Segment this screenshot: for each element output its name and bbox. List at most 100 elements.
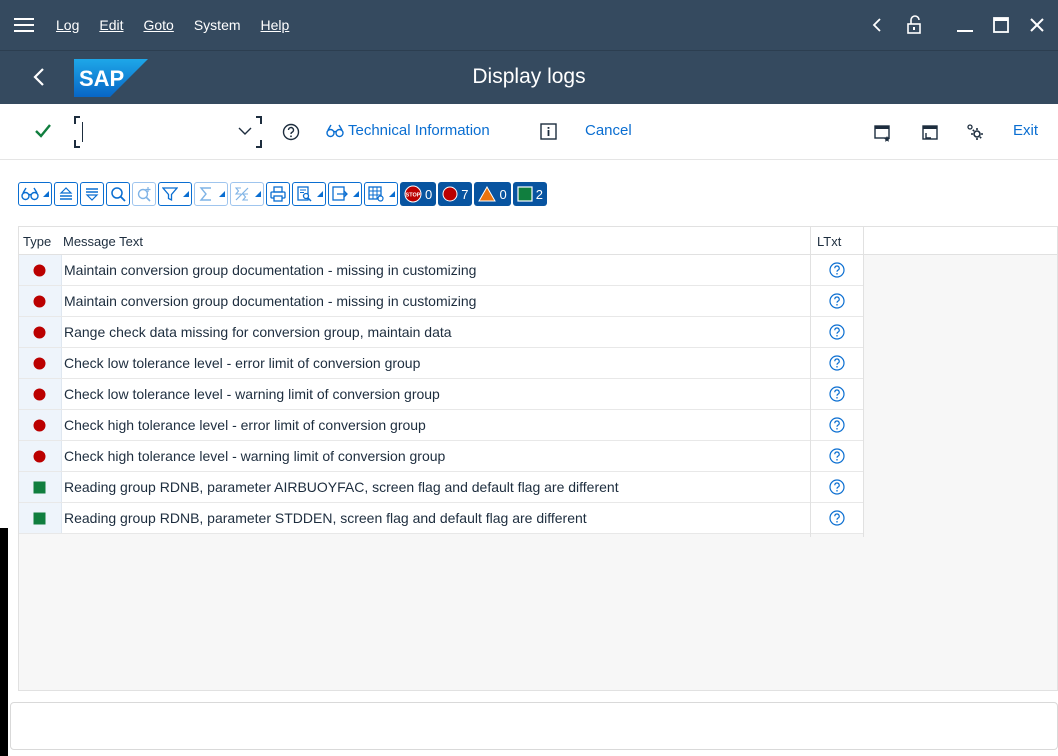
error-status-icon xyxy=(33,419,46,435)
minimize-icon[interactable] xyxy=(950,10,980,40)
subtotal-icon xyxy=(231,183,253,205)
left-edge-bar xyxy=(0,528,8,756)
menu-log[interactable]: Log xyxy=(56,17,79,33)
menu-system[interactable]: System xyxy=(194,17,241,33)
export-button[interactable] xyxy=(328,182,362,206)
menu-goto[interactable]: Goto xyxy=(143,17,173,33)
error-count-button[interactable]: 7 xyxy=(438,182,473,206)
chevron-down-icon[interactable] xyxy=(238,124,252,138)
menu-help-label: Help xyxy=(260,17,290,33)
layout-button[interactable] xyxy=(364,182,398,206)
long-text-help-icon[interactable] xyxy=(829,448,845,464)
sort-descending-button[interactable] xyxy=(80,182,104,206)
unlock-icon[interactable] xyxy=(900,10,930,40)
message-text: Maintain conversion group documentation … xyxy=(64,293,477,309)
column-divider xyxy=(810,227,811,537)
grid-header: Type Message Text LTxt xyxy=(19,227,1057,255)
error-icon xyxy=(442,186,458,202)
help-icon[interactable] xyxy=(282,123,300,141)
table-row[interactable]: Check low tolerance level - error limit … xyxy=(19,348,864,379)
maximize-icon[interactable] xyxy=(986,10,1016,40)
warning-icon xyxy=(478,186,497,202)
total-button[interactable] xyxy=(194,182,228,206)
message-text: Check low tolerance level - warning limi… xyxy=(64,386,440,402)
cancel-button[interactable]: Cancel xyxy=(585,122,632,139)
technical-information-button[interactable]: Technical Information xyxy=(326,122,490,139)
stop-count: 0 xyxy=(425,186,433,202)
status-bar[interactable] xyxy=(10,702,1058,750)
long-text-help-icon[interactable] xyxy=(829,355,845,371)
layout-grid-icon xyxy=(365,183,387,205)
table-row[interactable]: Reading group RDNB, parameter STDDEN, sc… xyxy=(19,503,864,534)
success-count: 2 xyxy=(535,186,543,202)
warning-count-button[interactable]: 0 xyxy=(474,182,511,206)
menu-log-label: Log xyxy=(56,17,80,33)
table-row[interactable]: Maintain conversion group documentation … xyxy=(19,286,864,317)
sum-icon xyxy=(195,183,217,205)
message-text: Check high tolerance level - error limit… xyxy=(64,417,426,433)
menu-system-label: System xyxy=(193,17,241,33)
subtotal-button[interactable] xyxy=(230,182,264,206)
column-header-message[interactable]: Message Text xyxy=(63,234,143,249)
long-text-help-icon[interactable] xyxy=(829,293,845,309)
export-icon xyxy=(329,183,351,205)
success-icon xyxy=(517,186,533,202)
long-text-help-icon[interactable] xyxy=(829,417,845,433)
table-row[interactable]: Check high tolerance level - warning lim… xyxy=(19,441,864,472)
success-count-button[interactable]: 2 xyxy=(512,182,547,206)
table-row[interactable]: Check high tolerance level - error limit… xyxy=(19,410,864,441)
new-window-icon[interactable] xyxy=(921,124,939,142)
long-text-help-icon[interactable] xyxy=(829,510,845,526)
menu-edit[interactable]: Edit xyxy=(99,17,123,33)
message-text: Reading group RDNB, parameter AIRBUOYFAC… xyxy=(64,479,619,495)
filter-button[interactable] xyxy=(158,182,192,206)
success-status-icon xyxy=(33,481,46,497)
error-status-icon xyxy=(33,388,46,404)
long-text-help-icon[interactable] xyxy=(829,262,845,278)
menu-edit-label: Edit xyxy=(99,17,124,33)
menu-help[interactable]: Help xyxy=(261,17,290,33)
page-title: Display logs xyxy=(472,65,586,88)
column-header-ltxt[interactable]: LTxt xyxy=(817,234,841,249)
message-text: Maintain conversion group documentation … xyxy=(64,262,477,278)
column-header-type[interactable]: Type xyxy=(23,234,51,249)
log-messages-grid: Type Message Text LTxt Maintain conversi… xyxy=(18,226,1058,691)
table-row[interactable]: Maintain conversion group documentation … xyxy=(19,255,864,286)
message-text: Check low tolerance level - error limit … xyxy=(64,355,421,371)
sort-ascending-icon xyxy=(55,183,77,205)
long-text-help-icon[interactable] xyxy=(829,479,845,495)
application-toolbar: Technical Information Cancel Exit xyxy=(0,104,1058,160)
find-next-button[interactable] xyxy=(132,182,156,206)
title-bar: SAP Display logs xyxy=(0,50,1058,104)
sort-ascending-button[interactable] xyxy=(54,182,78,206)
table-row[interactable]: Range check data missing for conversion … xyxy=(19,317,864,348)
stop-count-button[interactable]: STOP 0 xyxy=(400,182,437,206)
search-next-icon xyxy=(133,183,155,205)
message-text: Reading group RDNB, parameter STDDEN, sc… xyxy=(64,510,587,526)
find-button[interactable] xyxy=(106,182,130,206)
dropdown-triangle-icon xyxy=(387,183,397,205)
long-text-help-icon[interactable] xyxy=(829,386,845,402)
info-icon[interactable] xyxy=(540,123,557,140)
dropdown-triangle-icon xyxy=(217,183,227,205)
error-count: 7 xyxy=(461,186,469,202)
dropdown-triangle-icon xyxy=(181,183,191,205)
print-preview-button[interactable] xyxy=(292,182,326,206)
enter-check-button[interactable] xyxy=(34,122,52,140)
settings-icon[interactable] xyxy=(966,123,984,141)
command-field[interactable] xyxy=(74,116,262,148)
collapse-left-icon[interactable] xyxy=(862,10,892,40)
hamburger-menu-icon[interactable] xyxy=(14,18,34,32)
error-status-icon xyxy=(33,450,46,466)
glasses-icon xyxy=(326,124,344,137)
details-button[interactable] xyxy=(18,182,52,206)
sort-descending-icon xyxy=(81,183,103,205)
exit-button[interactable]: Exit xyxy=(1013,122,1038,139)
close-icon[interactable] xyxy=(1022,10,1052,40)
table-row[interactable]: Reading group RDNB, parameter AIRBUOYFAC… xyxy=(19,472,864,503)
print-button[interactable] xyxy=(266,182,290,206)
long-text-help-icon[interactable] xyxy=(829,324,845,340)
dropdown-triangle-icon xyxy=(315,183,325,205)
table-row[interactable]: Check low tolerance level - warning limi… xyxy=(19,379,864,410)
add-favorite-icon[interactable] xyxy=(874,124,892,142)
